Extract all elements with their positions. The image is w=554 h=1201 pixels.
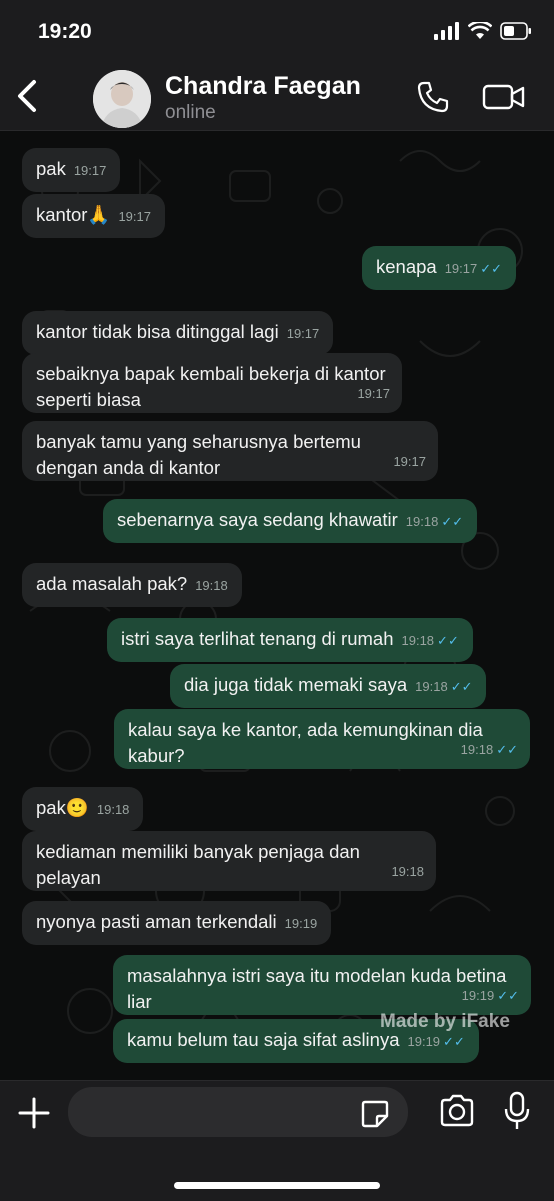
message-bubble-outgoing[interactable]: istri saya terlihat tenang di rumah 19:18… [107, 618, 473, 662]
home-indicator [174, 1182, 380, 1189]
read-receipt-icon: ✓✓ [441, 514, 464, 529]
message-bubble-outgoing[interactable]: masalahnya istri saya itu modelan kuda b… [113, 955, 531, 1015]
message-time: 19:17 [73, 163, 107, 178]
message-text: ada masalah pak? [36, 573, 188, 594]
contact-name[interactable]: Chandra Faegan [165, 72, 361, 101]
message-text: istri saya terlihat tenang di rumah [121, 628, 394, 649]
message-input[interactable] [68, 1087, 408, 1137]
signal-icon [434, 22, 459, 40]
message-text: kediaman memiliki banyak penjaga dan pel… [36, 841, 360, 888]
message-time-row: 19:19 ✓✓ [462, 983, 519, 1009]
message-bubble-incoming[interactable]: pak🙂 19:18 [22, 787, 144, 831]
read-receipt-icon: ✓✓ [443, 1034, 465, 1049]
message-text: dia juga tidak memaki saya [184, 674, 408, 695]
message-text: kantor🙏 [36, 204, 111, 225]
message-time: 19:17 [393, 454, 426, 469]
message-bubble-outgoing[interactable]: kenapa 19:17 ✓✓ [362, 246, 517, 290]
video-camera-icon[interactable] [482, 82, 526, 112]
message-text: nyonya pasti aman terkendali [36, 911, 277, 932]
read-receipt-icon: ✓✓ [437, 633, 459, 648]
message-time: 19:19 [461, 988, 495, 1003]
message-time: 19:17 [357, 386, 390, 401]
avatar[interactable] [93, 70, 151, 128]
message-time: 19:18 [460, 742, 494, 757]
plus-icon[interactable] [16, 1095, 52, 1131]
message-time: 19:18 [391, 864, 424, 879]
message-time: 19:18 [401, 633, 435, 648]
status-bar-time: 19:20 [38, 20, 92, 43]
message-time: 19:18 [195, 578, 228, 593]
message-time: 19:18 [405, 514, 439, 529]
message-bubble-incoming[interactable]: pak 19:17 [22, 148, 121, 192]
chat-header: 19:20 Chandra Faegan online [0, 0, 554, 131]
chevron-left-icon[interactable] [12, 76, 44, 116]
message-text: kenapa [376, 256, 437, 277]
message-time-row: 19:18 ✓✓ [461, 737, 518, 763]
message-text: kamu belum tau saja sifat aslinya [127, 1029, 400, 1050]
message-text: sebaiknya bapak kembali bekerja di kanto… [36, 363, 386, 410]
message-time: 19:19 [284, 916, 318, 931]
message-bubble-incoming[interactable]: kantor tidak bisa ditinggal lagi 19:17 [22, 311, 334, 355]
message-bubble-incoming[interactable]: sebaiknya bapak kembali bekerja di kanto… [22, 353, 402, 413]
sticker-icon[interactable] [360, 1099, 390, 1129]
message-bubble-outgoing[interactable]: sebenarnya saya sedang khawatir 19:18 ✓✓ [103, 499, 478, 543]
wifi-icon [468, 22, 492, 39]
message-bubble-incoming[interactable]: banyak tamu yang seharusnya bertemu deng… [22, 421, 438, 481]
message-time: 19:18 [96, 802, 130, 817]
message-bubble-incoming[interactable]: ada masalah pak? 19:18 [22, 563, 242, 607]
message-time: 19:17 [118, 209, 151, 224]
message-text: kantor tidak bisa ditinggal lagi [36, 321, 279, 342]
message-text: masalahnya istri saya itu modelan kuda b… [127, 965, 507, 1012]
read-receipt-icon: ✓✓ [450, 679, 473, 694]
read-receipt-icon: ✓✓ [480, 261, 503, 276]
message-bubble-incoming[interactable]: nyonya pasti aman terkendali 19:19 [22, 901, 332, 945]
contact-status: online [165, 102, 216, 123]
message-time: 19:18 [415, 679, 448, 694]
message-text: pak🙂 [36, 797, 89, 818]
message-list[interactable]: pak 19:17 kantor🙏 19:17 kenapa 19:17 ✓✓ kant… [0, 131, 554, 1080]
message-time: 19:17 [286, 326, 320, 341]
read-receipt-icon: ✓✓ [496, 742, 518, 757]
phone-icon[interactable] [416, 80, 450, 114]
camera-icon[interactable] [438, 1093, 476, 1129]
message-bubble-outgoing[interactable]: kalau saya ke kantor, ada kemungkinan di… [114, 709, 530, 769]
message-text: kalau saya ke kantor, ada kemungkinan di… [128, 719, 483, 766]
battery-icon [500, 22, 531, 40]
message-text: banyak tamu yang seharusnya bertemu deng… [36, 431, 361, 478]
message-bubble-incoming[interactable]: kantor🙏 19:17 [22, 194, 165, 238]
message-text: pak [36, 158, 66, 179]
read-receipt-icon: ✓✓ [497, 988, 519, 1003]
watermark: Made by iFake [380, 1011, 510, 1032]
message-time: 19:17 [444, 261, 478, 276]
message-bubble-incoming[interactable]: kediaman memiliki banyak penjaga dan pel… [22, 831, 436, 891]
composer-bar [0, 1080, 554, 1201]
message-text: sebenarnya saya sedang khawatir [117, 509, 398, 530]
message-bubble-outgoing[interactable]: dia juga tidak memaki saya 19:18 ✓✓ [170, 664, 487, 708]
status-bar-icons [434, 22, 532, 40]
microphone-icon[interactable] [502, 1091, 532, 1131]
